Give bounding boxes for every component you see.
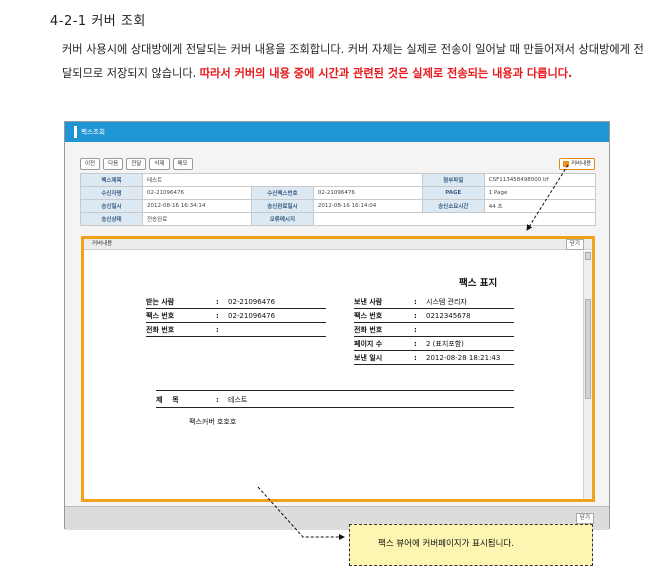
- close-button[interactable]: 닫기: [575, 513, 594, 524]
- info-value: 02-21096476: [312, 186, 423, 200]
- info-value: 44 초: [483, 199, 597, 213]
- info-label: 송신소요시간: [421, 199, 485, 213]
- cover-content-panel: 커버내용 닫기 팩스 표지 받는 사람:02-21096476 보낸 사람: 시스…: [81, 236, 595, 502]
- sent-label: 보낸 일시: [354, 354, 383, 362]
- divider: [156, 390, 514, 391]
- info-label: 수신팩스번호: [250, 186, 314, 200]
- fax-info-table: 팩스제목 테스트 첨부파일 CSF113458498000.tif 수신자명 0…: [80, 173, 597, 226]
- from-value: 시스템 관리자: [426, 298, 467, 306]
- subject-label: 제 목: [156, 396, 179, 404]
- cover-content-header: 커버내용 닫기: [84, 239, 592, 250]
- forward-button[interactable]: 전달: [126, 158, 147, 170]
- info-label: 오류메시지: [250, 212, 314, 226]
- cover-content-label: 커버내용: [571, 161, 592, 167]
- prev-button[interactable]: 이전: [80, 158, 101, 170]
- scroll-thumb[interactable]: [585, 299, 591, 399]
- window-title: 팩스조회: [81, 128, 105, 136]
- table-row: 팩스제목 테스트 첨부파일 CSF113458498000.tif: [80, 173, 597, 187]
- pages-row: 페이지 수:2 (표지포함): [354, 340, 464, 348]
- to-row: 받는 사람:02-21096476: [146, 298, 276, 306]
- delete-button[interactable]: 삭제: [149, 158, 170, 170]
- to-label: 받는 사람: [146, 298, 175, 306]
- info-value: 전송완료: [142, 212, 252, 226]
- scroll-up-icon[interactable]: [585, 252, 591, 260]
- pages-value: 2 (표지포함): [426, 340, 464, 348]
- table-row: 송신일시 2012-08-16 16:34:14 송신완료일시 2012-08-…: [80, 199, 597, 213]
- close-cover-button[interactable]: 닫기: [565, 239, 584, 250]
- info-label: 팩스제목: [80, 173, 143, 187]
- divider: [354, 350, 514, 351]
- info-value: 2012-08-16 16:14:04: [312, 199, 423, 213]
- window-titlebar: 팩스조회: [65, 122, 609, 142]
- from-row: 보낸 사람: 시스템 관리자: [354, 298, 467, 306]
- info-label: 송신상태: [80, 212, 143, 226]
- sent-row: 보낸 일시:2012-08-28 18:21:43: [354, 354, 501, 362]
- pages-label: 페이지 수: [354, 340, 383, 348]
- title-marker-icon: [74, 126, 77, 138]
- toolbar: 이전 다음 전달 삭제 메모: [80, 158, 193, 170]
- info-value: 2012-08-16 16:34:14: [142, 199, 252, 213]
- description-paragraph: 커버 사용시에 상대방에게 전달되는 커버 내용을 조회합니다. 커버 자체는 …: [62, 38, 650, 86]
- table-row: 수신자명 02-21096476 수신팩스번호 02-21096476 PAGE…: [80, 186, 597, 200]
- fax-view-screenshot: 팩스조회 이전 다음 전달 삭제 메모 커버내용 팩스제목 테스트 첨부파일 C…: [64, 121, 610, 530]
- to-fax-row: 팩스 번호:02-21096476: [146, 312, 276, 320]
- divider: [354, 364, 514, 365]
- divider: [354, 336, 514, 337]
- cover-content-title: 커버내용: [92, 241, 113, 247]
- next-button[interactable]: 다음: [103, 158, 124, 170]
- from-fax-row: 팩스 번호:0212345678: [354, 312, 471, 320]
- callout-note: 팩스 뷰어에 커버페이지가 표시됩니다.: [349, 524, 593, 566]
- divider: [146, 322, 326, 323]
- divider: [146, 336, 326, 337]
- to-fax-label: 팩스 번호: [146, 312, 175, 320]
- sent-value: 2012-08-28 18:21:43: [426, 354, 501, 362]
- fax-cover-title: 팩스 표지: [459, 278, 498, 289]
- info-label: 첨부파일: [421, 173, 485, 187]
- info-value: 1 Page: [483, 186, 597, 200]
- table-row: 송신상태 전송완료 오류메시지: [80, 212, 597, 226]
- info-label: 송신완료일시: [250, 199, 314, 213]
- memo-button[interactable]: 메모: [172, 158, 193, 170]
- cover-content-button[interactable]: 커버내용: [559, 158, 596, 170]
- divider: [146, 308, 326, 309]
- info-value: 테스트: [142, 173, 423, 187]
- vertical-scrollbar[interactable]: [583, 251, 592, 499]
- info-value[interactable]: CSF113458498000.tif: [483, 173, 597, 187]
- divider: [354, 308, 514, 309]
- info-label: 송신일시: [80, 199, 143, 213]
- subject-row: 제 목: 테스트: [156, 396, 248, 404]
- section-heading: 4-2-1 커버 조회: [50, 14, 146, 29]
- to-phone-row: 전화 번호:: [146, 326, 219, 334]
- to-fax-value: 02-21096476: [228, 312, 276, 320]
- info-value: [312, 212, 597, 226]
- to-value: 02-21096476: [228, 298, 276, 306]
- from-phone-row: 전화 번호:: [354, 326, 417, 334]
- document-icon: [563, 161, 569, 167]
- from-fax-label: 팩스 번호: [354, 312, 383, 320]
- subject-value: 테스트: [228, 396, 248, 404]
- info-label: PAGE: [421, 186, 485, 200]
- divider: [354, 322, 514, 323]
- description-warning: 따라서 커버의 내용 중에 시간과 관련된 것은 실제로 전송되는 내용과 다릅…: [199, 67, 573, 80]
- divider: [156, 407, 514, 408]
- info-label: 수신자명: [80, 186, 143, 200]
- from-fax-value: 0212345678: [426, 312, 471, 320]
- info-value: 02-21096476: [142, 186, 252, 200]
- fax-body: 팩스커버 호호호: [189, 418, 237, 426]
- from-label: 보낸 사람: [354, 298, 383, 306]
- to-phone-label: 전화 번호: [146, 326, 175, 334]
- from-phone-label: 전화 번호: [354, 326, 383, 334]
